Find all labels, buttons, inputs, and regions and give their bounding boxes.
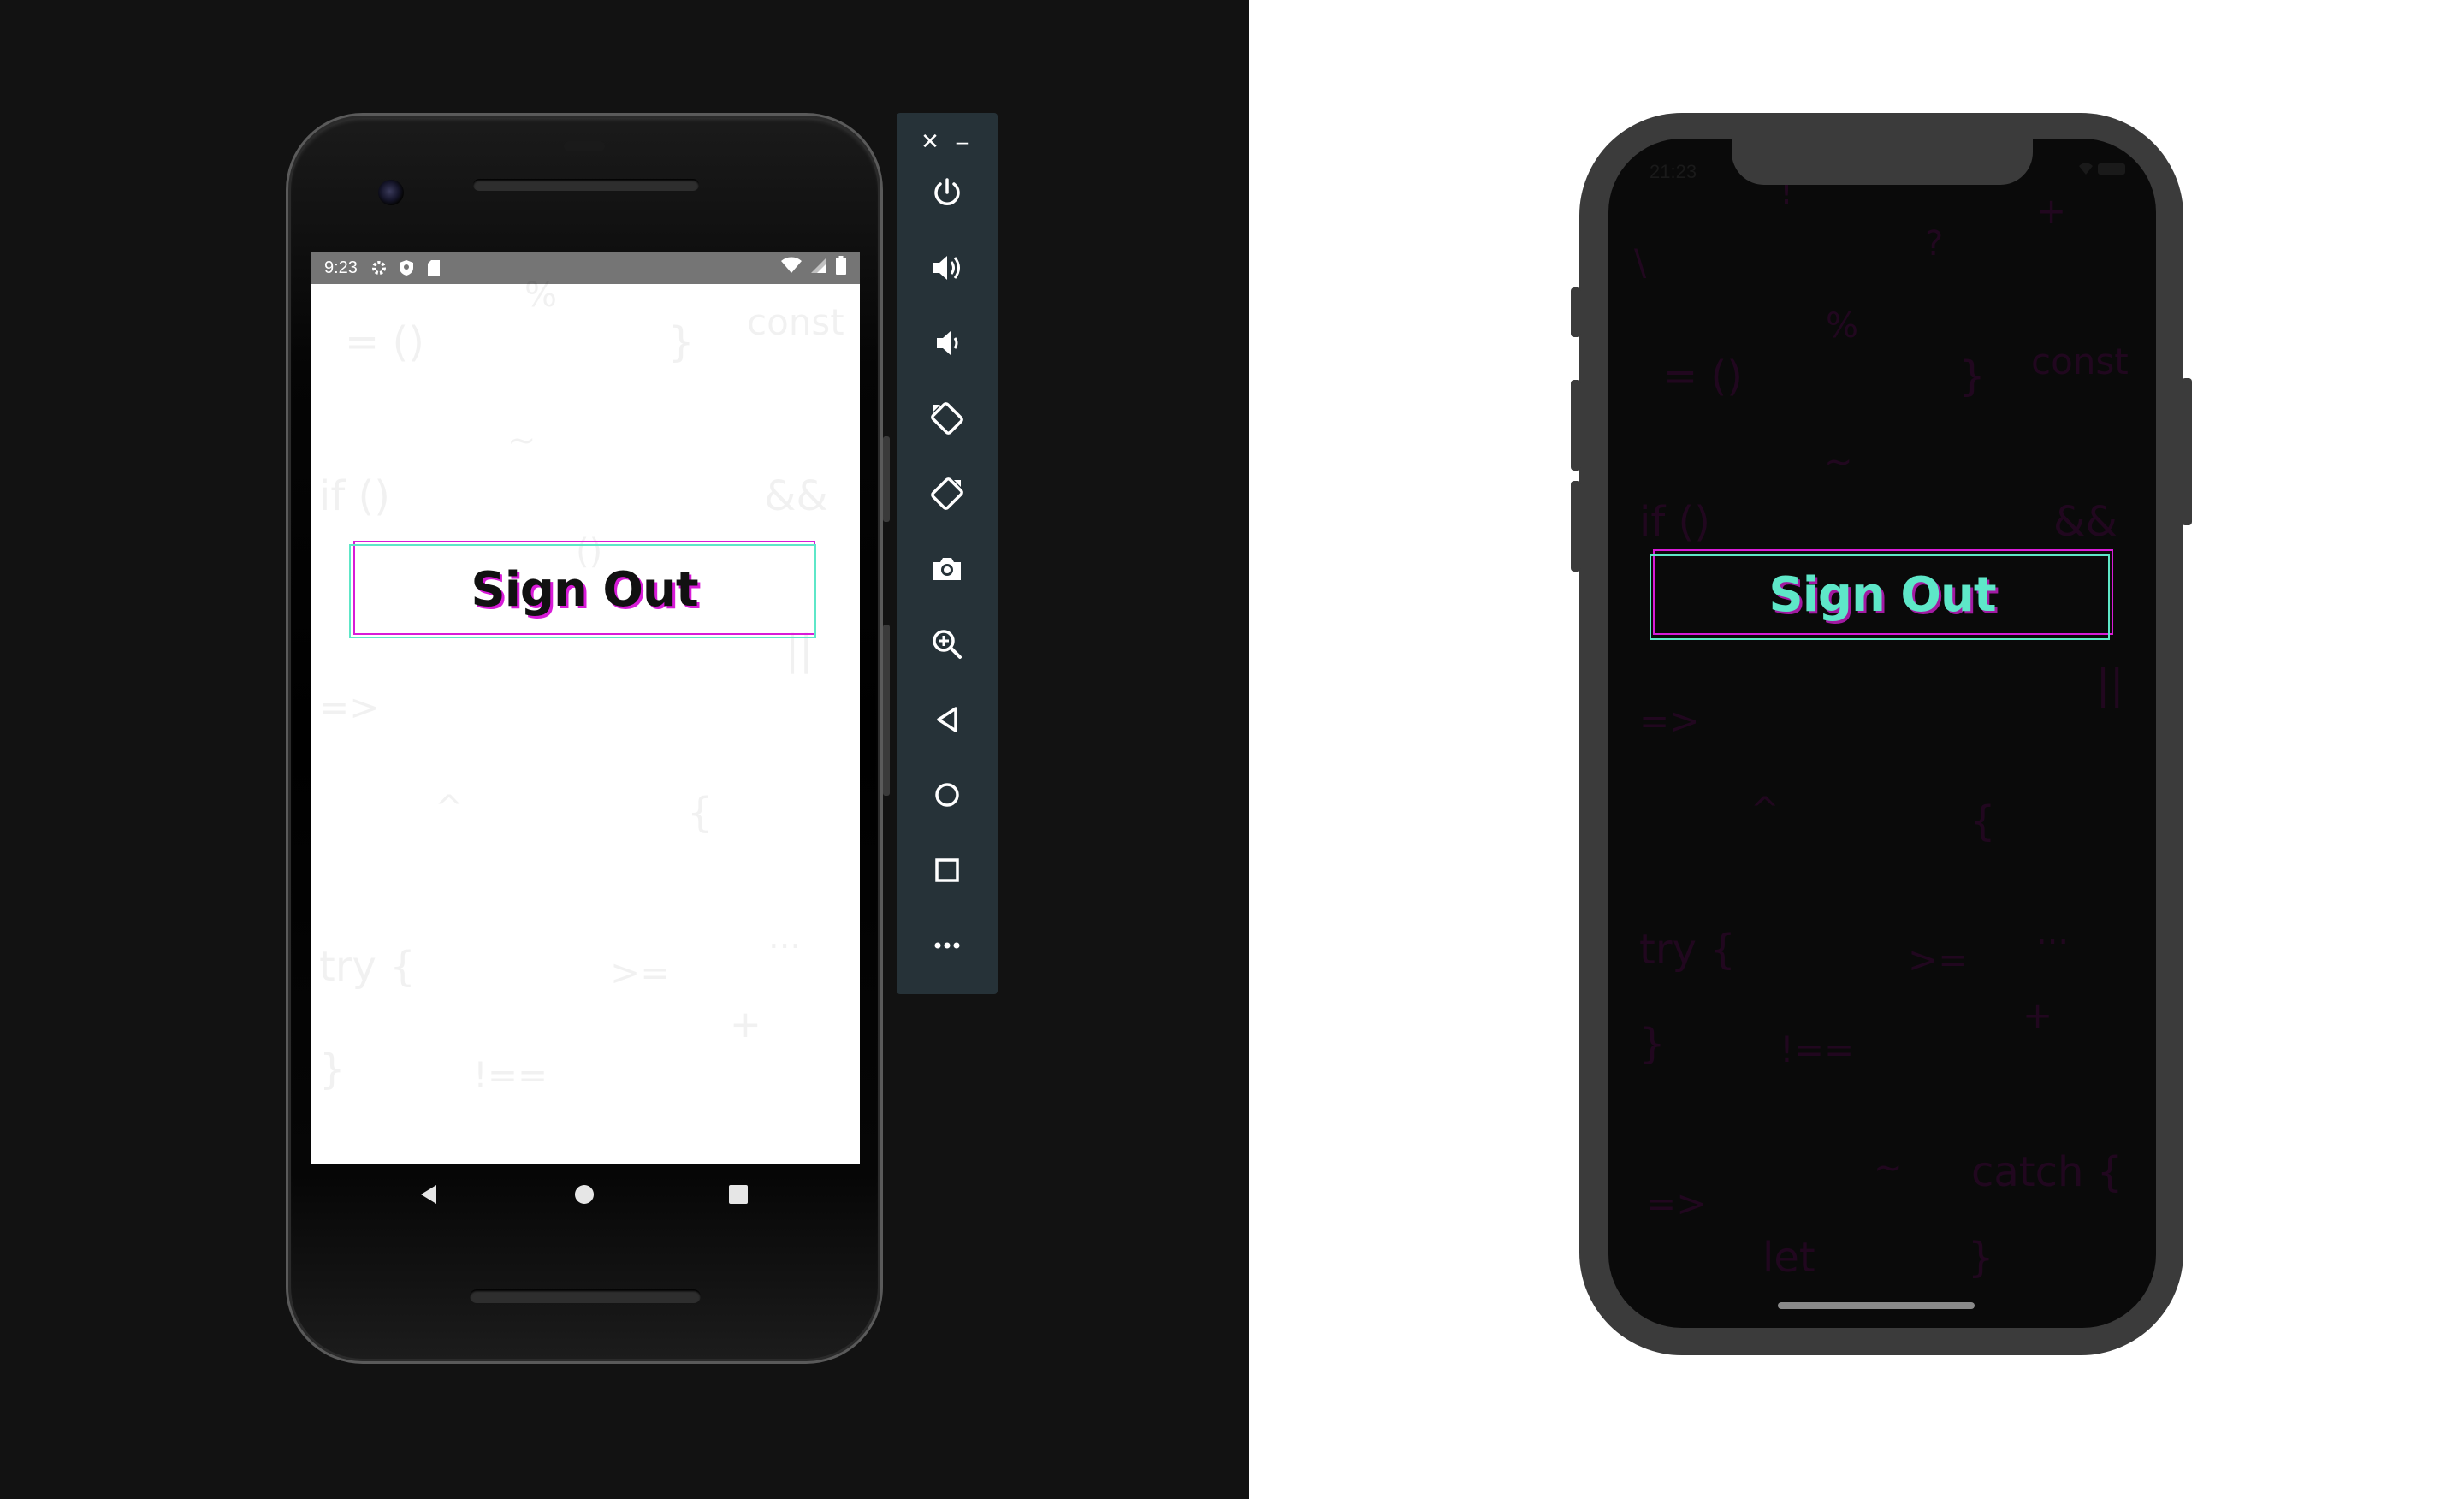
background-glyph: + bbox=[730, 1003, 761, 1046]
signal-icon bbox=[810, 257, 827, 279]
shield-icon bbox=[397, 258, 416, 277]
background-glyph: && bbox=[764, 472, 828, 520]
sign-out-button[interactable]: Sign Out bbox=[1651, 551, 2113, 638]
background-glyph: ^ bbox=[435, 789, 464, 828]
background-glyph: } bbox=[1639, 1020, 1666, 1068]
sign-out-button[interactable]: Sign Out bbox=[352, 542, 817, 637]
background-glyph: ? bbox=[1925, 224, 1944, 264]
background-glyph: + bbox=[2023, 994, 2053, 1036]
background-glyph: || bbox=[2096, 661, 2124, 708]
background-glyph: } bbox=[319, 1046, 346, 1093]
background-glyph: + bbox=[2036, 190, 2067, 232]
background-glyph: { bbox=[687, 789, 714, 837]
volume-down-side-button bbox=[1571, 481, 1581, 572]
background-glyph: ... bbox=[768, 917, 802, 957]
background-glyph: catch { bbox=[1971, 1148, 2123, 1196]
background-glyph: const bbox=[2031, 341, 2129, 382]
more-icon[interactable] bbox=[926, 924, 968, 967]
android-app-content: % = () } const ~ if () && () || => ^ { .… bbox=[311, 276, 860, 1164]
camera-icon[interactable] bbox=[926, 548, 968, 590]
iphone-app-content: ! + \ ? % = () } const ~ if () && || => … bbox=[1608, 139, 2156, 1328]
sd-card-icon bbox=[424, 258, 443, 277]
background-glyph: if () bbox=[319, 472, 390, 520]
speaker-grille bbox=[473, 179, 699, 191]
close-button[interactable]: ✕ bbox=[917, 128, 943, 154]
background-glyph: !== bbox=[473, 1054, 548, 1096]
background-glyph: => bbox=[319, 686, 380, 728]
background-glyph: ^ bbox=[1750, 791, 1780, 830]
rotate-right-icon[interactable] bbox=[926, 472, 968, 515]
gear-icon bbox=[370, 258, 388, 277]
background-glyph: ... bbox=[2036, 913, 2070, 952]
background-glyph: const bbox=[747, 301, 844, 343]
status-time: 9:23 bbox=[324, 258, 358, 277]
volume-up-icon[interactable] bbox=[926, 246, 968, 289]
background-glyph: ~ bbox=[1874, 1148, 1903, 1188]
rotate-left-icon[interactable] bbox=[926, 397, 968, 440]
power-side-button bbox=[883, 436, 890, 522]
mute-switch bbox=[1571, 287, 1581, 337]
bottom-speaker-grille bbox=[470, 1289, 701, 1303]
back-icon[interactable] bbox=[926, 698, 968, 741]
background-glyph: = () bbox=[1663, 353, 1743, 400]
background-glyph: try { bbox=[1639, 926, 1736, 974]
iphone-screen: ! + \ ? % = () } const ~ if () && || => … bbox=[1608, 139, 2156, 1328]
zoom-icon[interactable] bbox=[926, 623, 968, 666]
status-icons bbox=[2079, 159, 2129, 181]
background-glyph: >= bbox=[610, 951, 671, 993]
background-glyph: if () bbox=[1639, 498, 1710, 546]
top-earpiece bbox=[564, 141, 605, 151]
home-circle-icon[interactable] bbox=[569, 1179, 600, 1210]
background-glyph: >= bbox=[1908, 939, 1969, 981]
iphone-notch bbox=[1732, 139, 2033, 185]
back-triangle-icon[interactable] bbox=[413, 1179, 444, 1210]
overview-square-icon[interactable] bbox=[723, 1179, 754, 1210]
background-glyph: !== bbox=[1780, 1028, 1855, 1070]
power-icon[interactable] bbox=[926, 171, 968, 214]
minimize-button[interactable]: – bbox=[950, 128, 975, 154]
background-glyph: % bbox=[524, 276, 558, 315]
background-glyph: % bbox=[1826, 306, 1859, 346]
background-glyph: try { bbox=[319, 943, 416, 991]
background-glyph: \ bbox=[1634, 241, 1647, 283]
background-glyph: => bbox=[1646, 1182, 1707, 1224]
home-indicator[interactable] bbox=[1778, 1302, 1975, 1309]
volume-down-icon[interactable] bbox=[926, 322, 968, 364]
emulator-toolbar: ✕ – bbox=[897, 113, 998, 994]
background-glyph: = () bbox=[345, 318, 424, 366]
android-status-bar: 9:23 bbox=[311, 252, 860, 284]
background-glyph: => bbox=[1639, 700, 1700, 742]
background-glyph: } bbox=[668, 318, 695, 366]
background-glyph: let bbox=[1762, 1234, 1815, 1282]
overview-icon[interactable] bbox=[926, 849, 968, 892]
side-power-button bbox=[2182, 378, 2192, 525]
background-glyph: } bbox=[1968, 1234, 1994, 1282]
background-glyph: && bbox=[2053, 498, 2118, 546]
background-glyph: { bbox=[1969, 797, 1996, 845]
front-camera-icon bbox=[378, 180, 404, 205]
android-nav-bar bbox=[311, 1164, 860, 1223]
home-icon[interactable] bbox=[926, 773, 968, 816]
volume-up-side-button bbox=[1571, 380, 1581, 471]
android-screen: 9:23 % = () } const ~ if () && () || => … bbox=[311, 252, 860, 1164]
battery-icon bbox=[836, 256, 846, 280]
background-glyph: } bbox=[1959, 353, 1986, 400]
background-glyph: ~ bbox=[1824, 442, 1853, 482]
wifi-icon bbox=[781, 257, 802, 279]
volume-side-button bbox=[883, 625, 890, 796]
status-time: 21:23 bbox=[1650, 161, 1697, 182]
background-glyph: ~ bbox=[507, 421, 536, 460]
